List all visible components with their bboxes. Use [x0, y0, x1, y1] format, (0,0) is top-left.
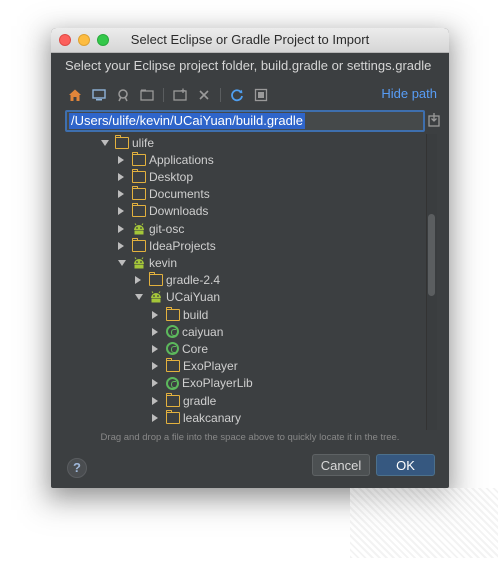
tree-row-label: gradle-2.4: [166, 273, 221, 288]
tree-row-label: ulife: [132, 135, 155, 150]
file-tree[interactable]: ulife Applications Desktop Documents Downloa…: [51, 134, 431, 430]
folder-icon: [132, 168, 146, 183]
tree-row[interactable]: build: [152, 306, 208, 323]
tree-row[interactable]: IdeaProjects: [118, 237, 216, 254]
window-title: Select Eclipse or Gradle Project to Impo…: [130, 32, 370, 47]
folder-icon: [132, 203, 146, 218]
expand-arrow-icon[interactable]: [152, 310, 158, 319]
expand-arrow-icon[interactable]: [152, 396, 158, 405]
gradle-module-icon: [166, 325, 179, 339]
android-project-icon: [134, 222, 144, 234]
tree-row-label: caiyuan: [182, 324, 224, 339]
folder-icon: [166, 409, 180, 424]
folder-icon: [132, 151, 146, 166]
collapse-arrow-icon[interactable]: [101, 139, 109, 146]
collapse-arrow-icon[interactable]: [118, 259, 126, 266]
file-chooser-toolbar: [67, 86, 277, 104]
tree-row[interactable]: UCaiYuan: [135, 289, 220, 306]
gradle-module-icon: [166, 342, 179, 356]
import-project-dialog: Select Eclipse or Gradle Project to Impo…: [51, 28, 449, 488]
tree-row[interactable]: ExoPlayerLib: [152, 375, 253, 392]
tree-scrollbar-thumb[interactable]: [428, 214, 435, 296]
project-icon[interactable]: [115, 87, 131, 103]
show-hidden-icon[interactable]: [253, 87, 269, 103]
expand-arrow-icon[interactable]: [118, 172, 124, 181]
tree-row-label: gradle: [183, 393, 217, 408]
path-input[interactable]: /Users/ulife/kevin/UCaiYuan/build.gradle: [65, 110, 425, 132]
tree-row[interactable]: Desktop: [118, 168, 193, 185]
tree-scrollbar[interactable]: [426, 134, 437, 430]
expand-arrow-icon[interactable]: [152, 413, 158, 422]
tree-row-label: ExoPlayer: [183, 359, 238, 374]
desktop-icon[interactable]: [91, 87, 107, 103]
tree-row-label: Desktop: [149, 169, 194, 184]
tree-row[interactable]: Core: [152, 340, 208, 357]
toolbar-separator: [163, 88, 164, 102]
tree-row[interactable]: ulife: [101, 134, 154, 151]
collapse-arrow-icon[interactable]: [135, 294, 143, 301]
watermark: [350, 488, 498, 558]
tree-row-label: Core: [182, 341, 209, 356]
title-bar: Select Eclipse or Gradle Project to Impo…: [51, 28, 449, 53]
expand-arrow-icon[interactable]: [118, 190, 124, 199]
tree-row[interactable]: Documents: [118, 186, 210, 203]
delete-icon[interactable]: [196, 87, 212, 103]
folder-icon: [149, 272, 163, 287]
module-icon[interactable]: [139, 87, 155, 103]
help-button[interactable]: ?: [67, 458, 87, 478]
ok-button[interactable]: OK: [376, 454, 435, 476]
tree-row[interactable]: git-osc: [118, 220, 184, 237]
hide-path-link[interactable]: Hide path: [381, 86, 437, 101]
cancel-button[interactable]: Cancel: [312, 454, 370, 476]
tree-row[interactable]: gradle: [152, 392, 216, 409]
home-icon[interactable]: [67, 87, 83, 103]
expand-arrow-icon[interactable]: [118, 207, 124, 216]
tree-row-label: git-osc: [149, 221, 185, 236]
tree-row-label: leakcanary: [183, 410, 242, 425]
tree-row-label: IdeaProjects: [149, 238, 216, 253]
expand-arrow-icon[interactable]: [135, 276, 141, 285]
android-project-icon: [151, 291, 161, 303]
expand-arrow-icon[interactable]: [118, 224, 124, 233]
tree-row[interactable]: Applications: [118, 151, 214, 168]
tree-row-label: Downloads: [149, 204, 209, 219]
expand-arrow-icon[interactable]: [152, 362, 158, 371]
tree-row[interactable]: caiyuan: [152, 323, 223, 340]
folder-icon: [132, 186, 146, 201]
tree-row-label: build: [183, 307, 209, 322]
android-project-icon: [134, 257, 144, 269]
folder-icon: [132, 237, 146, 252]
tree-row-label: kevin: [149, 255, 178, 270]
tree-row-label: UCaiYuan: [166, 290, 221, 305]
folder-icon: [166, 392, 180, 407]
gradle-module-icon: [166, 376, 179, 390]
tree-row[interactable]: Downloads: [118, 203, 208, 220]
new-folder-icon[interactable]: [172, 87, 188, 103]
path-input-value: /Users/ulife/kevin/UCaiYuan/build.gradle: [69, 113, 305, 129]
refresh-icon[interactable]: [229, 87, 245, 103]
expand-arrow-icon[interactable]: [118, 155, 124, 164]
tree-row-label: Applications: [149, 152, 214, 167]
tree-row[interactable]: ExoPlayer: [152, 358, 238, 375]
tree-row[interactable]: gradle-2.4: [135, 272, 220, 289]
drag-drop-hint: Drag and drop a file into the space abov…: [100, 432, 400, 443]
folder-icon: [166, 358, 180, 373]
tree-row[interactable]: kevin: [118, 254, 177, 271]
toolbar-separator: [220, 88, 221, 102]
expand-arrow-icon[interactable]: [152, 327, 158, 336]
dialog-subtitle: Select your Eclipse project folder, buil…: [65, 58, 432, 73]
tree-row[interactable]: leakcanary: [152, 409, 241, 426]
tree-row-label: ExoPlayerLib: [182, 376, 253, 391]
path-history-icon[interactable]: [427, 112, 441, 128]
folder-icon: [115, 134, 129, 149]
expand-arrow-icon[interactable]: [118, 241, 124, 250]
folder-icon: [166, 306, 180, 321]
expand-arrow-icon[interactable]: [152, 379, 158, 388]
expand-arrow-icon[interactable]: [152, 344, 158, 353]
tree-row-label: Documents: [149, 187, 210, 202]
